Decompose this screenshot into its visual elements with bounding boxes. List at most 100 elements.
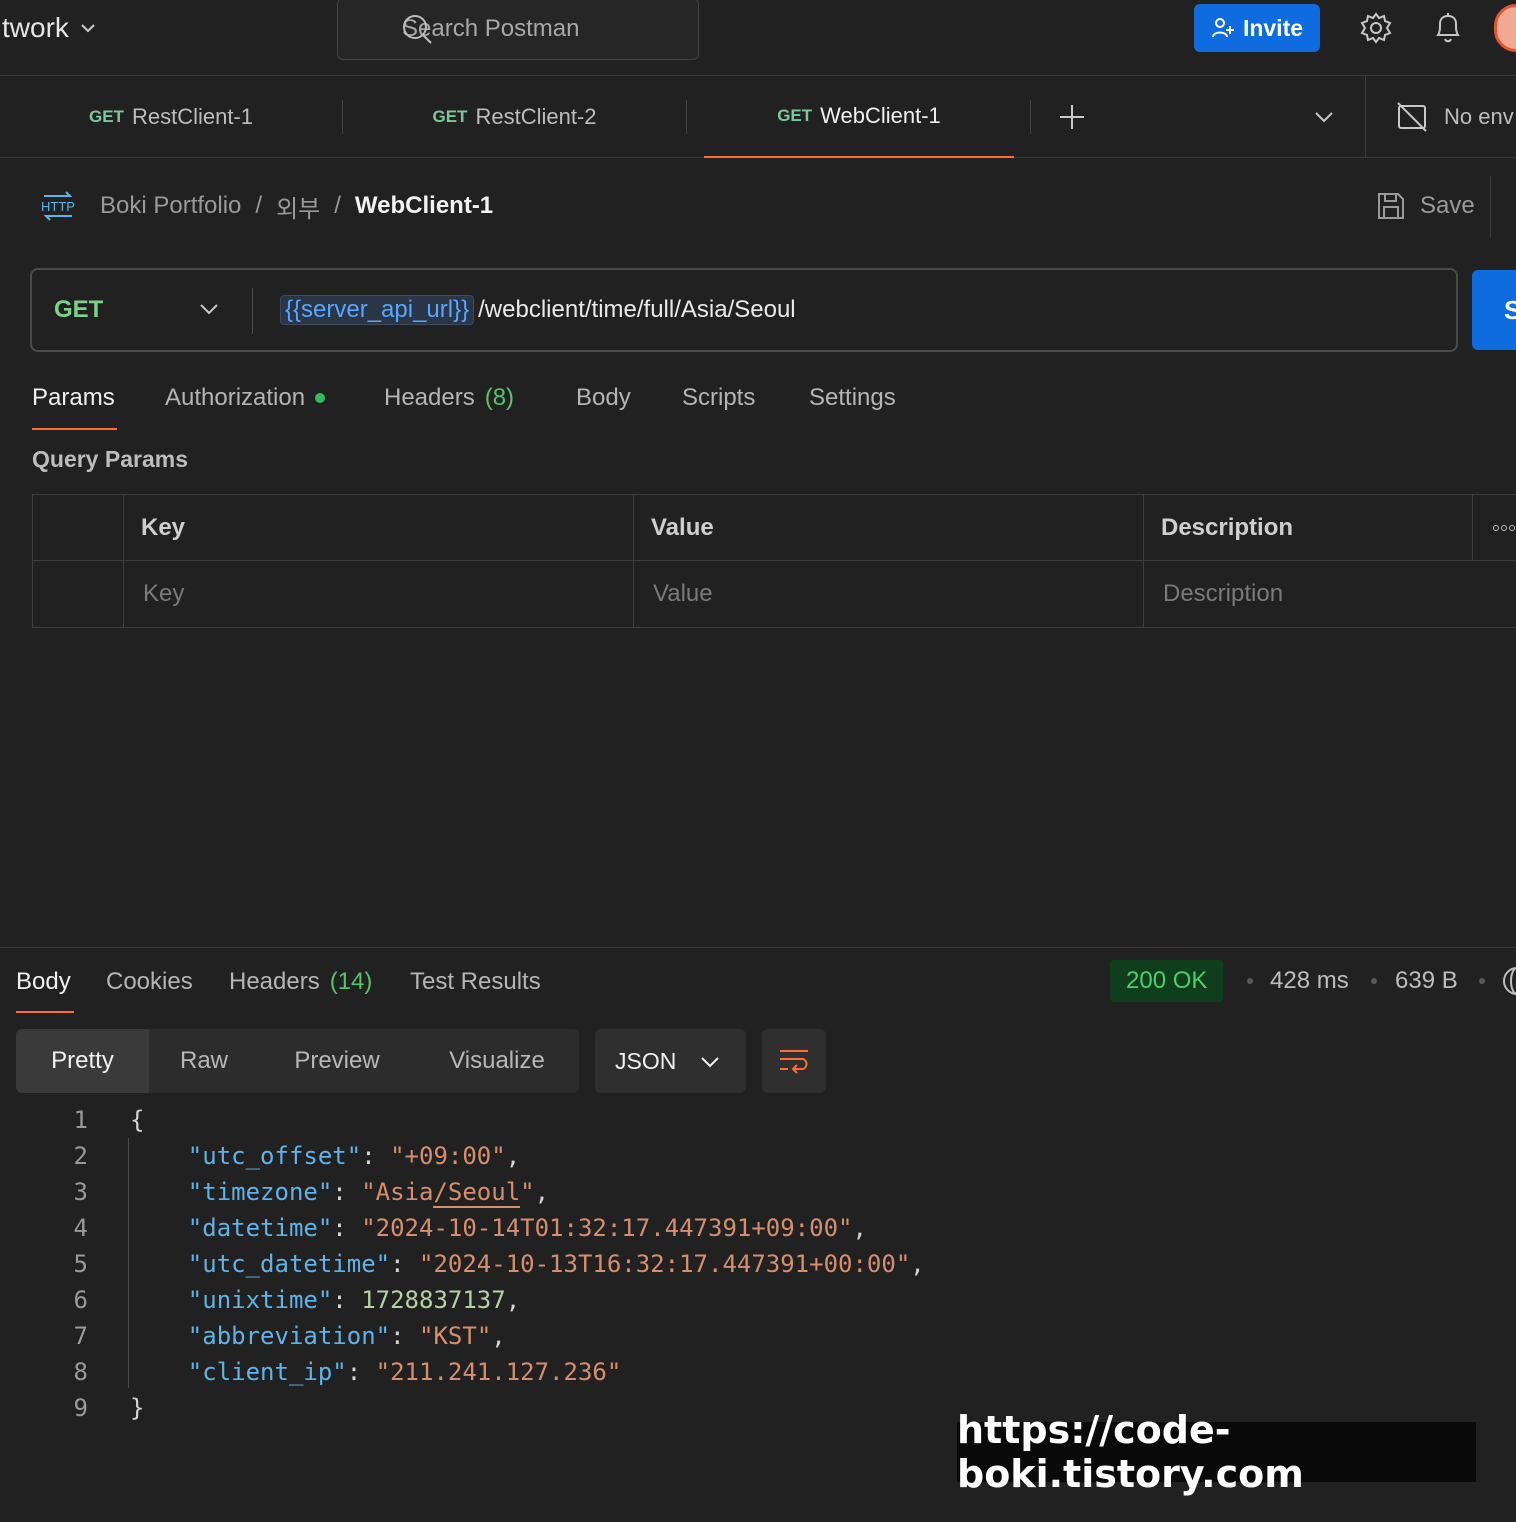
column-divider (1472, 495, 1473, 561)
globe-icon[interactable] (1502, 966, 1516, 996)
tab-body[interactable]: Body (576, 378, 631, 418)
code-line: 4 "datetime": "2024-10-14T01:32:17.44739… (0, 1210, 1516, 1246)
avatar[interactable] (1494, 4, 1516, 52)
breadcrumb-folder[interactable]: 외부 (276, 189, 320, 224)
breadcrumb-separator: / (334, 192, 341, 219)
chevron-down-icon[interactable] (198, 298, 220, 320)
active-tab-indicator (32, 428, 117, 430)
value-input[interactable]: Value (633, 561, 1143, 627)
response-tab-body[interactable]: Body (16, 962, 71, 1002)
view-mode-preview[interactable]: Preview (259, 1029, 415, 1093)
response-time[interactable]: 428 ms (1270, 960, 1349, 1002)
view-mode-visualize[interactable]: Visualize (415, 1029, 579, 1093)
key-input[interactable]: Key (123, 561, 633, 627)
json-timezone-city: Seoul (447, 1178, 521, 1206)
url-path: /webclient/time/full/Asia/Seoul (478, 296, 796, 323)
plus-icon (1060, 105, 1084, 129)
tab-restclient-1[interactable]: GET RestClient-1 (0, 76, 342, 158)
tab-scripts[interactable]: Scripts (682, 378, 755, 418)
top-header: twork Search Postman Invite (0, 0, 1516, 76)
response-tab-test-results[interactable]: Test Results (410, 962, 541, 1002)
tab-method: GET (777, 106, 813, 125)
status-badge[interactable]: 200 OK (1110, 960, 1224, 1002)
tab-divider (686, 100, 687, 134)
code-text: { (130, 1106, 145, 1134)
code-line: 5 "utc_datetime": "2024-10-13T16:32:17.4… (0, 1246, 1516, 1282)
json-abbreviation: KST (433, 1322, 477, 1350)
active-tab-indicator (16, 1011, 74, 1013)
code-line: 1 { (0, 1102, 1516, 1138)
response-tab-headers[interactable]: Headers (14) (229, 962, 372, 1002)
environment-label: No env (1444, 104, 1514, 129)
meta-separator (1247, 978, 1253, 984)
send-label: S (1504, 294, 1516, 325)
tab-divider (1030, 100, 1031, 134)
tab-list-dropdown[interactable] (1306, 76, 1342, 158)
view-mode-pretty[interactable]: Pretty (16, 1029, 149, 1093)
response-tab-cookies[interactable]: Cookies (106, 962, 193, 1002)
request-tab-bar: GET RestClient-1 GET RestClient-2 GET We… (0, 76, 1516, 158)
add-user-icon (1211, 18, 1234, 38)
table-row: Key Value Description (33, 561, 1516, 627)
table-options-button[interactable] (1473, 495, 1515, 561)
invite-button[interactable]: Invite (1194, 4, 1320, 52)
view-mode-raw[interactable]: Raw (149, 1029, 259, 1093)
save-button[interactable]: Save (1376, 186, 1475, 226)
watermark: https://code-boki.tistory.com (957, 1408, 1476, 1496)
search-icon (403, 15, 432, 44)
save-divider (1490, 176, 1491, 238)
environment-selector[interactable]: No env (1365, 76, 1514, 158)
wrap-lines-icon (780, 1050, 808, 1074)
chevron-down-icon (701, 1057, 719, 1068)
tab-restclient-2[interactable]: GET RestClient-2 (343, 76, 686, 158)
method-select[interactable]: GET (54, 270, 103, 350)
url-divider (252, 288, 253, 334)
tab-label: Headers (384, 384, 475, 411)
breadcrumb-collection[interactable]: Boki Portfolio (100, 192, 241, 220)
tab-params[interactable]: Params (32, 378, 115, 418)
search-input[interactable]: Search Postman (337, 0, 699, 60)
url-input[interactable]: {{server_api_url}} /webclient/time/full/… (280, 270, 796, 350)
json-utc-datetime: 2024-10-13T16:32:17.447391+00:00 (433, 1250, 896, 1278)
description-input[interactable]: Description (1143, 561, 1516, 627)
method-label: GET (54, 296, 104, 323)
more-horizontal-icon (1493, 525, 1515, 531)
column-header-description: Description (1161, 514, 1294, 541)
save-label: Save (1420, 192, 1475, 219)
response-divider[interactable] (0, 947, 1516, 948)
code-text: "utc_datetime": "2024-10-13T16:32:17.447… (187, 1250, 925, 1278)
tab-count: (14) (329, 968, 373, 995)
format-select[interactable]: JSON (595, 1029, 746, 1093)
url-variable[interactable]: {{server_api_url}} (280, 295, 475, 325)
wrap-lines-button[interactable] (762, 1029, 826, 1093)
tab-headers[interactable]: Headers (8) (384, 378, 514, 418)
code-text: "unixtime": 1728837137, (187, 1286, 521, 1314)
http-icon: HTTP (41, 191, 75, 221)
tab-label: Headers (229, 968, 320, 995)
no-environment-icon (1397, 102, 1427, 132)
tab-label: Authorization (165, 384, 306, 411)
workspace-switcher[interactable]: twork (2, 8, 97, 48)
line-number: 8 (73, 1358, 88, 1386)
tab-settings[interactable]: Settings (809, 378, 896, 418)
breadcrumb-request[interactable]: WebClient-1 (355, 192, 493, 220)
new-tab-button[interactable] (1052, 76, 1092, 158)
json-timezone-region: Asia (375, 1178, 434, 1206)
send-button[interactable]: S (1472, 270, 1516, 350)
tab-label: Body (576, 384, 631, 411)
line-number: 5 (73, 1250, 88, 1278)
tab-authorization[interactable]: Authorization (165, 378, 326, 418)
json-unixtime: 1728837137 (361, 1286, 506, 1314)
response-size[interactable]: 639 B (1395, 960, 1458, 1002)
line-number: 9 (73, 1394, 88, 1422)
url-bar: GET {{server_api_url}} /webclient/time/f… (30, 268, 1458, 352)
tab-method: GET (89, 107, 124, 126)
line-number: 3 (73, 1178, 88, 1206)
code-text: "utc_offset": "+09:00", (187, 1142, 521, 1170)
table-header-row: Key Value Description (33, 495, 1516, 561)
notifications-button[interactable] (1430, 10, 1466, 46)
settings-button[interactable] (1358, 10, 1394, 46)
tab-webclient-1[interactable]: GET WebClient-1 (704, 76, 1014, 158)
breadcrumb: HTTP Boki Portfolio / 외부 / WebClient-1 (40, 186, 493, 226)
tab-label: Body (16, 968, 71, 995)
